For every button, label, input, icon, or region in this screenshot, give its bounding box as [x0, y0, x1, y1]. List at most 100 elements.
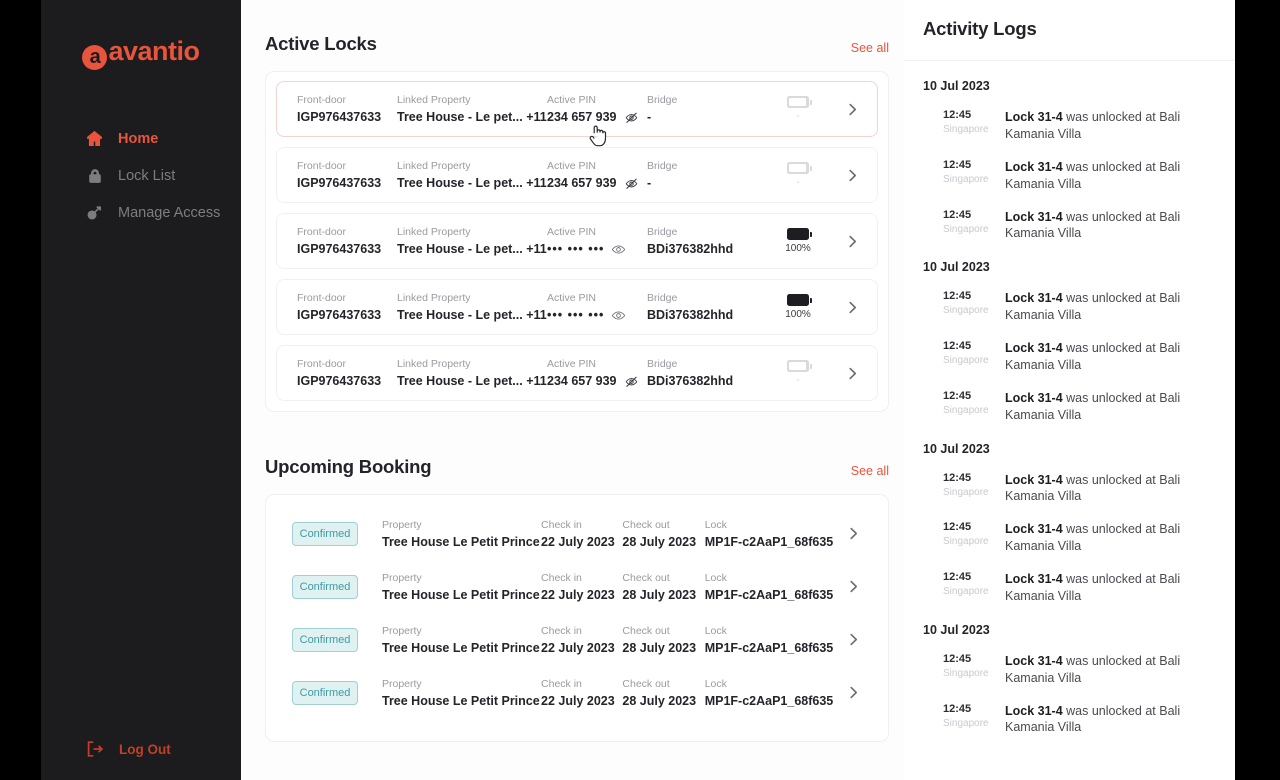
eye-icon[interactable] — [611, 308, 626, 323]
activity-log-item[interactable]: 12:45 Singapore Lock 31-4 was unlocked at … — [923, 159, 1235, 193]
activity-log-time: 12:45 — [943, 389, 972, 402]
activity-log-item[interactable]: 12:45 Singapore Lock 31-4 was unlocked at … — [923, 521, 1235, 555]
logout-button[interactable]: Log Out — [41, 740, 241, 758]
lock-door-id: IGP976437633 — [297, 242, 382, 256]
booking-property-value: Tree House Le Petit Prince — [382, 534, 540, 549]
activity-logs-title: Activity Logs — [923, 18, 1037, 39]
booking-row[interactable]: Confirmed Property Tree House Le Petit Pri… — [276, 666, 878, 719]
booking-lock-label: Lock — [704, 571, 727, 584]
activity-log-subject: Lock 31-4 — [1005, 110, 1063, 124]
lock-row[interactable]: Front-door IGP976437633 Linked Property Tre… — [276, 279, 878, 335]
battery-level: 100% — [785, 309, 811, 320]
active-locks-header: Active Locks See all — [241, 33, 904, 55]
activity-log-item[interactable]: 12:45 Singapore Lock 31-4 was unlocked at … — [923, 703, 1235, 737]
lock-row[interactable]: Front-door IGP976437633 Linked Property Tre… — [276, 345, 878, 401]
lock-property-value: Tree House - Le pet... +11 — [397, 242, 547, 256]
chevron-right-icon[interactable] — [844, 101, 871, 118]
chevron-right-icon[interactable] — [844, 233, 871, 250]
activity-log-item[interactable]: 12:45 Singapore Lock 31-4 was unlocked at … — [923, 571, 1235, 605]
activity-log-timezone: Singapore — [943, 667, 989, 679]
upcoming-booking-title: Upcoming Booking — [265, 456, 432, 477]
lock-bridge-label: Bridge — [647, 292, 678, 304]
eye-off-icon[interactable] — [624, 176, 639, 191]
activity-log-subject: Lock 31-4 — [1005, 522, 1063, 537]
brand-logo: a avantio — [41, 36, 241, 70]
booking-property-value: Tree House Le Petit Prince — [382, 693, 540, 708]
booking-row[interactable]: Confirmed Property Tree House Le Petit Pri… — [276, 507, 878, 560]
booking-checkin-value: 22 July 2023 — [541, 587, 615, 602]
chevron-right-icon[interactable] — [844, 167, 871, 184]
activity-logs-panel: Activity Logs 10 Jul 2023 12:45 Singapore L… — [904, 0, 1235, 780]
logo-badge-icon: a — [82, 45, 108, 70]
activity-log-item[interactable]: 12:45 Singapore Lock 31-4 was unlocked at … — [923, 209, 1235, 243]
lock-row[interactable]: Front-door IGP976437633 Linked Property Tre… — [276, 81, 878, 137]
activity-log-timezone: Singapore — [943, 536, 989, 548]
lock-row[interactable]: Front-door IGP976437633 Linked Property Tre… — [276, 213, 878, 269]
sidebar: a avantio Home Lock List Manage Access L… — [41, 0, 241, 780]
activity-log-message: Lock 31-4 was unlocked at Bali Kamania V… — [1005, 572, 1181, 603]
activity-log-subject: Lock 31-4 — [1005, 472, 1063, 487]
booking-checkout-value: 28 July 2023 — [622, 693, 697, 708]
activity-log-timezone: Singapore — [943, 404, 989, 416]
lock-pin-masked: ••• ••• ••• — [547, 242, 605, 256]
activity-log-message: Lock 31-4 was unlocked at Bali Kamania V… — [1005, 653, 1181, 685]
sidebar-item-lock-list-label: Lock List — [118, 167, 176, 184]
chevron-right-icon[interactable] — [845, 684, 872, 701]
activity-log-item[interactable]: 12:45 Singapore Lock 31-4 was unlocked at … — [923, 472, 1235, 506]
activity-log-item[interactable]: 12:45 Singapore Lock 31-4 was unlocked at … — [923, 109, 1235, 143]
eye-off-icon[interactable] — [624, 110, 639, 125]
activity-log-time: 12:45 — [943, 652, 972, 665]
activity-log-item[interactable]: 12:45 Singapore Lock 31-4 was unlocked at … — [923, 340, 1235, 374]
eye-off-icon[interactable] — [624, 374, 639, 389]
lock-pin-value[interactable]: 234 657 939 — [547, 110, 617, 124]
lock-icon — [86, 167, 103, 184]
status-badge: Confirmed — [292, 680, 358, 705]
lock-pin-label: Active PIN — [547, 159, 597, 172]
booking-row[interactable]: Confirmed Property Tree House Le Petit Pri… — [276, 613, 878, 666]
activity-log-subject: Lock 31-4 — [1005, 653, 1063, 668]
activity-log-item[interactable]: 12:45 Singapore Lock 31-4 was unlocked at … — [923, 390, 1235, 424]
eye-icon[interactable] — [611, 242, 626, 257]
activity-log-message: Lock 31-4 was unlocked at Bali Kamania V… — [1005, 110, 1181, 141]
activity-log-group: 10 Jul 2023 12:45 Singapore Lock 31-4 was u… — [904, 424, 1235, 605]
activity-log-date: 10 Jul 2023 — [923, 260, 990, 275]
sidebar-item-manage-access[interactable]: Manage Access — [41, 194, 241, 231]
booking-lock-value: MP1F-c2AaP1_68f635 — [704, 587, 834, 602]
lock-row[interactable]: Front-door IGP976437633 Linked Property Tre… — [276, 147, 878, 203]
chevron-right-icon[interactable] — [844, 365, 871, 382]
activity-log-item[interactable]: 12:45 Singapore Lock 31-4 was unlocked at … — [923, 653, 1235, 687]
activity-log-time: 12:45 — [943, 571, 972, 583]
activity-log-group: 10 Jul 2023 12:45 Singapore Lock 31-4 was u… — [904, 605, 1235, 737]
battery-icon — [787, 162, 812, 174]
chevron-right-icon[interactable] — [845, 525, 872, 542]
chevron-right-icon[interactable] — [845, 578, 872, 595]
booking-property-label: Property — [382, 518, 422, 531]
chevron-right-icon[interactable] — [844, 299, 871, 316]
activity-log-subject: Lock 31-4 — [1005, 291, 1063, 306]
active-locks-see-all-link[interactable]: See all — [851, 41, 889, 55]
active-locks-title: Active Locks — [265, 33, 377, 54]
sidebar-item-home[interactable]: Home — [41, 120, 241, 157]
lock-bridge-value: BDi376382hhd — [647, 374, 734, 388]
lock-pin-value[interactable]: 234 657 939 — [547, 374, 617, 388]
activity-log-time-block: 12:45 Singapore — [943, 290, 1005, 324]
lock-pin-value[interactable]: 234 657 939 — [547, 176, 617, 190]
sidebar-item-lock-list[interactable]: Lock List — [41, 157, 241, 194]
chevron-right-icon[interactable] — [845, 631, 872, 648]
sidebar-nav: Home Lock List Manage Access — [41, 120, 241, 231]
activity-log-item[interactable]: 12:45 Singapore Lock 31-4 was unlocked at … — [923, 290, 1235, 324]
activity-log-time: 12:45 — [943, 109, 972, 121]
booking-checkin-label: Check in — [541, 571, 582, 584]
activity-logs-list[interactable]: 10 Jul 2023 12:45 Singapore Lock 31-4 was u… — [904, 61, 1235, 736]
battery-indicator: - — [767, 162, 829, 188]
activity-log-time-block: 12:45 Singapore — [943, 472, 1005, 506]
battery-icon — [787, 294, 812, 306]
logout-icon — [86, 740, 104, 758]
battery-icon — [787, 96, 812, 108]
battery-level: - — [796, 375, 800, 386]
sidebar-item-home-label: Home — [118, 130, 159, 147]
battery-level: - — [796, 177, 800, 188]
active-locks-card: Front-door IGP976437633 Linked Property Tre… — [265, 71, 889, 412]
booking-row[interactable]: Confirmed Property Tree House Le Petit Pri… — [276, 560, 878, 613]
upcoming-booking-see-all-link[interactable]: See all — [851, 464, 889, 478]
